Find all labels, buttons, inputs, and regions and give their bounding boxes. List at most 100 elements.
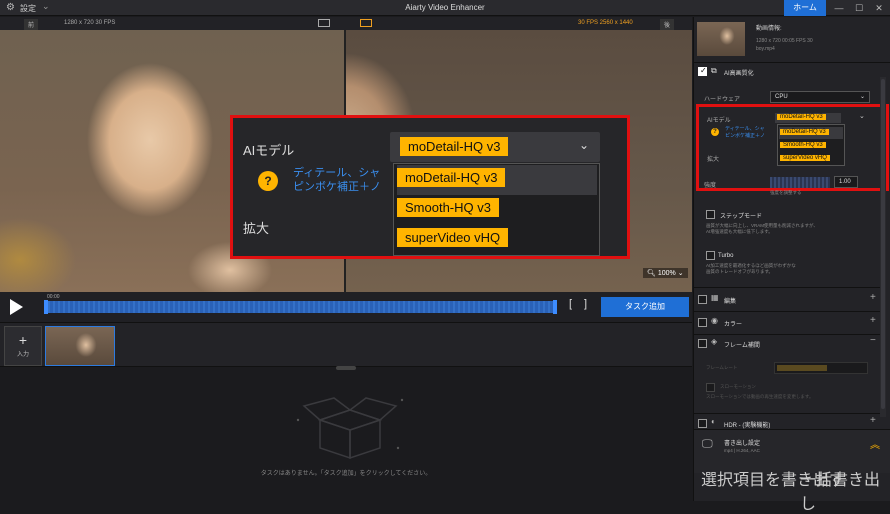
strength-label: 強度: [704, 183, 717, 189]
edit-section-title[interactable]: 編集: [724, 296, 736, 305]
media-strip: + 入力: [0, 322, 692, 367]
palette-icon: ◉: [711, 316, 718, 325]
resize-handle[interactable]: [336, 366, 356, 370]
export-settings-title: 書き出し設定: [724, 441, 761, 447]
playback-bar: 00:00 [ ] タスク追加: [0, 292, 692, 322]
after-tag: 後: [660, 19, 675, 30]
model-description: ディテール、シャ ピンボケ補正＋ノ: [293, 167, 381, 193]
empty-box-icon: [296, 397, 404, 460]
add-input-label: 入力: [16, 352, 29, 358]
zoom-control[interactable]: 🔍︎ 100% ⌄: [643, 268, 688, 278]
expand-icon[interactable]: +: [870, 292, 876, 303]
ai-enhance-checkbox[interactable]: [698, 66, 707, 76]
trim-start-handle[interactable]: [44, 300, 48, 314]
chevron-down-icon[interactable]: ⌄: [579, 138, 589, 152]
strength-hint: 強度を調整する: [770, 190, 802, 195]
trim-end-handle[interactable]: [553, 300, 557, 314]
frame-rate-label: フレームレート: [706, 365, 738, 370]
mark-out-button[interactable]: ]: [584, 298, 587, 310]
magnified-model-callout: AIモデル moDetail-HQ v3 ⌄ ? ディテール、シャ ピンボケ補正…: [230, 115, 630, 259]
model-description: ディテール、シャ ピンボケ補正＋ノ: [725, 126, 766, 139]
hdr-section-title[interactable]: HDR - (実験機能): [724, 420, 770, 429]
strength-value[interactable]: 1.00: [834, 176, 858, 188]
model-option[interactable]: Smooth-HQ v3: [779, 140, 843, 152]
model-option[interactable]: superVideo vHQ: [779, 153, 843, 165]
step-mode-checkbox[interactable]: [706, 210, 715, 219]
chevron-down-icon: ⌄: [677, 270, 684, 277]
double-chevron-up-icon[interactable]: ︽: [870, 436, 880, 451]
hardware-label: ハードウェア: [704, 97, 741, 103]
timeline-waveform: [45, 301, 557, 313]
frame-interp-icon: ◈: [711, 337, 718, 346]
model-option[interactable]: superVideo vHQ: [397, 225, 597, 255]
step-mode-desc: 画質が大幅に向上し、VRAM使用量も削減されますが、 AI増強速度も大幅に低下し…: [706, 223, 818, 234]
expand-icon[interactable]: +: [870, 315, 876, 326]
video-thumbnail[interactable]: [45, 326, 115, 366]
ai-model-label: AIモデル: [243, 143, 295, 158]
color-checkbox[interactable]: [698, 318, 707, 327]
add-input-button[interactable]: + 入力: [4, 326, 42, 366]
frame-interp-checkbox[interactable]: [698, 339, 707, 348]
help-icon[interactable]: ?: [258, 171, 278, 191]
settings-panel: 動画情報: 1280 x 720 00:05 FPS 30 boy.mp4 ⧉ …: [693, 17, 890, 501]
after-info: 30 FPS 2560 x 1440: [578, 20, 633, 26]
edit-icon: ▦: [711, 293, 719, 302]
media-info-heading: 動画情報:: [756, 26, 782, 32]
frame-interp-section-title[interactable]: フレーム補間: [724, 340, 760, 349]
title-bar: ⚙ 設定 ⌄ Aiarty Video Enhancer ホーム — ☐ ✕: [0, 0, 890, 16]
before-info: 1280 x 720 30 FPS: [64, 20, 116, 26]
ai-model-select[interactable]: moDetail-HQ v3: [775, 113, 841, 123]
model-option[interactable]: moDetail-HQ v3: [397, 165, 597, 195]
chevron-down-icon: ⌄: [859, 94, 865, 100]
media-thumbnail: [697, 22, 745, 56]
home-button[interactable]: ホーム: [784, 0, 826, 16]
play-icon[interactable]: [10, 299, 23, 315]
close-button[interactable]: ✕: [870, 1, 888, 15]
media-info-line: 1280 x 720 00:05 FPS 30: [756, 38, 813, 44]
model-option[interactable]: moDetail-HQ v3: [779, 127, 843, 139]
step-mode-title: ステップモード: [720, 214, 763, 220]
media-info-file: boy.mp4: [756, 46, 775, 52]
slowmo-desc: スローモーションでは動画の再生速度を変更します。: [706, 394, 814, 399]
zoom-level: 100%: [657, 270, 676, 277]
ai-model-label: AIモデル: [707, 118, 731, 124]
scale-label: 拡大: [707, 157, 720, 163]
panel-scrollbar[interactable]: [880, 77, 886, 417]
edit-checkbox[interactable]: [698, 295, 707, 304]
model-dropdown: moDetail-HQ v3 Smooth-HQ v3 superVideo v…: [777, 124, 845, 166]
turbo-title: Turbo: [718, 253, 734, 259]
current-time: 00:00: [47, 294, 60, 300]
frame-rate-select: [774, 362, 868, 374]
scale-label: 拡大: [243, 221, 270, 236]
color-section-title[interactable]: カラー: [724, 319, 742, 328]
model-option[interactable]: Smooth-HQ v3: [397, 195, 597, 225]
model-dropdown: moDetail-HQ v3 Smooth-HQ v3 superVideo v…: [393, 163, 600, 256]
empty-message: タスクはありません。「タスク追加」をクリックしてください。: [260, 471, 432, 477]
expand-icon[interactable]: +: [870, 415, 876, 426]
hdr-icon: ◐: [711, 417, 716, 426]
export-format: mp4 | H.264, AAC: [724, 448, 760, 453]
ai-enhance-icon: ⧉: [711, 66, 717, 75]
before-tag: 前: [24, 19, 39, 30]
split-view-icon[interactable]: [318, 19, 330, 27]
add-task-button[interactable]: タスク追加: [601, 297, 689, 317]
ai-enhance-title: AI高画質化: [724, 71, 754, 77]
export-all-button[interactable]: 一括書き出し: [800, 466, 890, 514]
chevron-down-icon[interactable]: ⌄: [859, 112, 865, 120]
turbo-desc: AI加工速度を最適化するほど画質がわずかな 画質のトレードオフがあります。: [706, 263, 796, 274]
side-by-side-icon[interactable]: [360, 19, 372, 27]
hardware-select[interactable]: CPU ⌄: [770, 91, 870, 103]
minimize-button[interactable]: —: [830, 1, 848, 15]
selected-model: moDetail-HQ v3: [400, 137, 509, 156]
ai-model-select[interactable]: moDetail-HQ v3: [390, 132, 600, 162]
mark-in-button[interactable]: [: [569, 298, 572, 310]
monitor-icon: 🖵: [702, 438, 713, 450]
strength-slider[interactable]: [770, 177, 830, 188]
maximize-button[interactable]: ☐: [850, 1, 868, 15]
collapse-icon[interactable]: −: [870, 335, 876, 346]
preview-header: 前 1280 x 720 30 FPS 30 FPS 2560 x 1440 後: [0, 17, 692, 30]
app-title: Aiarty Video Enhancer: [405, 3, 485, 12]
help-icon[interactable]: ?: [711, 128, 719, 136]
slowmo-label: スローモーション: [720, 384, 756, 389]
hdr-checkbox[interactable]: [698, 419, 707, 428]
